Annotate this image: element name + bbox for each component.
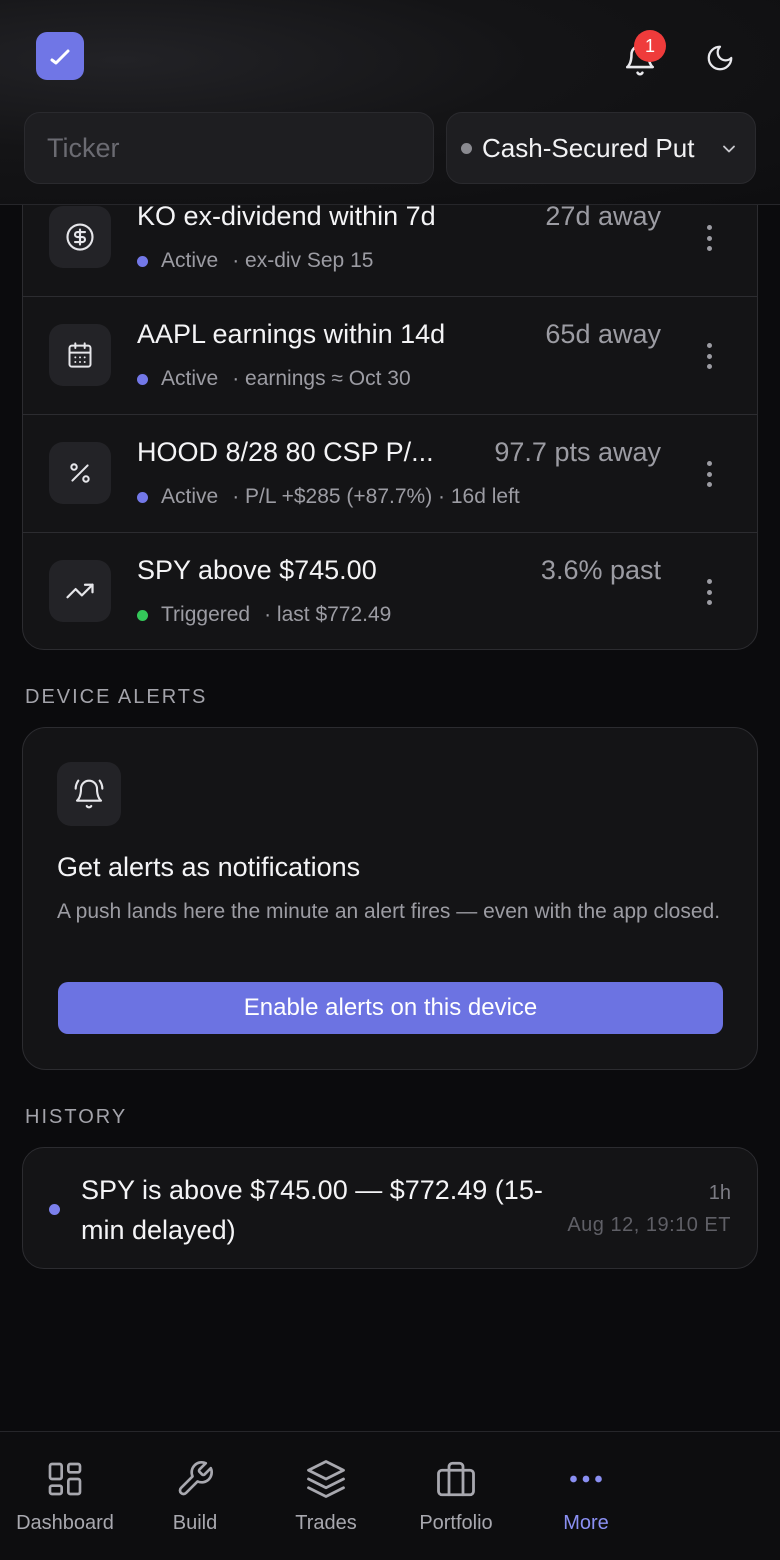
nav-label: Build (172, 1512, 218, 1534)
notification-badge: 1 (634, 30, 666, 62)
device-alerts-card: Get alerts as notifications A push lands… (22, 727, 758, 1070)
alert-title: AAPL earnings within 14d (137, 319, 446, 349)
nav-item-portfolio[interactable]: Portfolio (391, 1432, 521, 1560)
bottom-nav: Dashboard Build Trades Portfolio More (0, 1431, 780, 1560)
status-dot (137, 255, 148, 267)
app-logo[interactable] (36, 32, 84, 80)
alert-type-badge (49, 324, 111, 386)
history-age: 1h (708, 1182, 731, 1204)
alert-type-badge (49, 206, 111, 268)
bell-ring-icon (74, 779, 104, 809)
status-dot (137, 609, 148, 621)
app-header: 1 Cash-Secured Put (0, 0, 780, 205)
alert-title: SPY above $745.00 (137, 555, 377, 585)
moon-icon (707, 45, 733, 71)
alert-title: KO ex-dividend within 7d (137, 201, 436, 231)
alert-status-line: Active · earnings ≈ Oct 30 (137, 367, 411, 391)
alert-status-line: Active · ex-div Sep 15 (137, 249, 373, 273)
dashboard-icon (48, 1462, 82, 1496)
alert-distance: 97.7 pts away (494, 437, 661, 467)
more-options-icon[interactable] (697, 457, 721, 491)
alert-title: HOOD 8/28 80 CSP P/... (137, 437, 434, 467)
alert-type-badge (49, 442, 111, 504)
alert-row[interactable]: SPY above $745.00 3.6% past Triggered · … (23, 533, 757, 649)
nav-item-dashboard[interactable]: Dashboard (0, 1432, 130, 1560)
briefcase-icon (437, 1461, 475, 1497)
history-dot (49, 1204, 60, 1215)
alert-status: Active (161, 485, 219, 508)
dollar-circle-icon (66, 223, 94, 251)
history-item[interactable]: SPY is above $745.00 — $772.49 (15-min d… (22, 1147, 758, 1269)
more-options-icon[interactable] (697, 339, 721, 373)
nav-item-trades[interactable]: Trades (261, 1432, 391, 1560)
percent-icon (70, 463, 90, 483)
alert-status: Active (161, 367, 219, 390)
strategy-select[interactable]: Cash-Secured Put (446, 112, 756, 184)
alert-distance: 3.6% past (540, 555, 661, 585)
section-label-device-alerts: DEVICE ALERTS (25, 686, 208, 708)
wrench-icon (178, 1461, 213, 1496)
history-timestamp: Aug 12, 19:10 ET (567, 1214, 731, 1236)
section-label-history: HISTORY (25, 1106, 128, 1128)
nav-item-build[interactable]: Build (130, 1432, 260, 1560)
nav-label: Trades (295, 1512, 357, 1534)
strategy-dot (461, 142, 472, 154)
history-text: SPY is above $745.00 — $772.49 (15-min d… (81, 1175, 543, 1245)
trending-up-icon (66, 583, 94, 599)
layers-icon (307, 1460, 345, 1498)
alert-detail: · P/L +$285 (+87.7%) · 16d left (232, 485, 520, 508)
alert-status-line: Active · P/L +$285 (+87.7%) · 16d left (137, 485, 520, 509)
status-dot (137, 373, 148, 385)
alert-type-badge (49, 560, 111, 622)
alerts-list: KO ex-dividend within 7d 27d away Active… (22, 150, 758, 650)
logo-check-icon (50, 49, 70, 65)
calendar-icon (68, 342, 92, 368)
device-alerts-title: Get alerts as notifications (57, 852, 361, 882)
alert-distance: 65d away (545, 319, 661, 349)
strategy-value: Cash-Secured Put (482, 132, 695, 163)
alert-detail: · ex-div Sep 15 (232, 249, 374, 272)
alert-status-line: Triggered · last $772.49 (137, 603, 391, 627)
chevron-down-icon (723, 145, 735, 153)
nav-item-more[interactable]: More (521, 1432, 651, 1560)
nav-label: More (563, 1512, 609, 1534)
more-options-icon[interactable] (697, 575, 721, 609)
alert-status: Triggered (161, 603, 251, 626)
more-options-icon[interactable] (697, 221, 721, 255)
ticker-input[interactable] (24, 112, 434, 184)
device-alerts-description: A push lands here the minute an alert fi… (57, 900, 721, 923)
enable-alerts-button[interactable]: Enable alerts on this device (58, 982, 723, 1034)
alert-row[interactable]: HOOD 8/28 80 CSP P/... 97.7 pts away Act… (23, 415, 757, 533)
status-dot (137, 491, 148, 503)
alert-detail: · last $772.49 (264, 603, 392, 626)
theme-toggle-button[interactable] (696, 34, 744, 82)
alert-detail: · earnings ≈ Oct 30 (232, 367, 411, 390)
nav-label: Portfolio (419, 1512, 493, 1534)
more-dots-icon (570, 1475, 602, 1483)
device-alert-badge (57, 762, 121, 826)
alert-status: Active (161, 249, 219, 272)
alert-distance: 27d away (545, 201, 661, 231)
nav-label: Dashboard (16, 1512, 114, 1534)
alert-row[interactable]: AAPL earnings within 14d 65d away Active… (23, 297, 757, 415)
